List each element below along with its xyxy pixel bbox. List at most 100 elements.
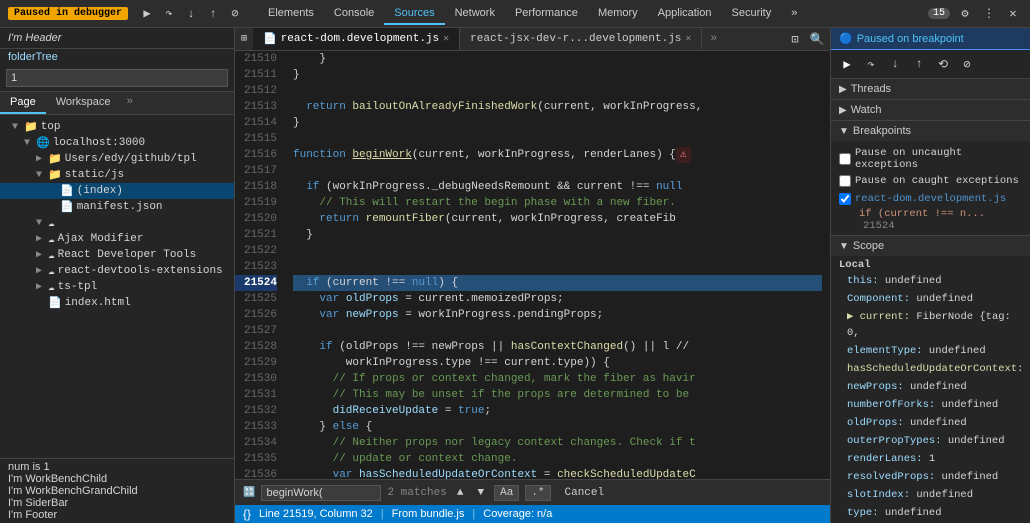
code-tab-more[interactable]: » bbox=[702, 29, 725, 49]
code-tab-react-jsx[interactable]: react-jsx-dev-r...development.js ✕ bbox=[460, 29, 702, 49]
scope-local-group: Local bbox=[831, 258, 1030, 272]
tree-item-react-devtools[interactable]: ▶ ☁ React Developer Tools bbox=[0, 247, 234, 263]
scope-label: Scope bbox=[853, 240, 884, 252]
tab-elements[interactable]: Elements bbox=[258, 3, 324, 25]
resume-btn[interactable]: ▶ bbox=[138, 5, 156, 23]
left-tab-more[interactable]: » bbox=[121, 92, 140, 114]
search-bar: 🔡 2 matches ▲ ▼ Aa .* Cancel bbox=[235, 479, 830, 505]
scope-hasscheduled: hasScheduledUpdateOrContext: bbox=[831, 360, 1030, 378]
num-label: num is 1 bbox=[8, 461, 226, 473]
tree-item-react-ext[interactable]: ▶ ☁ react-devtools-extensions bbox=[0, 263, 234, 279]
format-icon[interactable]: ⊡ bbox=[786, 30, 804, 48]
code-editor[interactable]: 21510 21511 21512 21513 21514 21515 2151… bbox=[235, 51, 830, 479]
deactivate-bp-icon[interactable]: ⊘ bbox=[957, 54, 977, 74]
brackets-icon: {} bbox=[243, 507, 251, 521]
search-cancel-btn[interactable]: Cancel bbox=[557, 486, 613, 500]
tree-item-users[interactable]: ▶ 📁 Users/edy/github/tpl bbox=[0, 151, 234, 167]
next-match-btn[interactable]: ▼ bbox=[473, 486, 488, 500]
case-sensitive-btn[interactable]: Aa bbox=[494, 485, 519, 501]
threads-arrow: ▶ bbox=[839, 84, 847, 95]
tab-decode-icon[interactable]: ⊞ bbox=[235, 30, 253, 48]
workbench-grandchild: I'm WorkBenchGrandChild bbox=[8, 485, 226, 497]
bp-file-checkbox[interactable] bbox=[839, 193, 851, 205]
debug-icon-row: ▶ ↷ ↓ ↑ ⟲ ⊘ bbox=[831, 50, 1030, 79]
step-over-btn[interactable]: ↷ bbox=[160, 5, 178, 23]
scope-current[interactable]: ▶ current: FiberNode {tag: 0, bbox=[831, 308, 1030, 342]
scope-outerproptypes: outerPropTypes: undefined bbox=[831, 432, 1030, 450]
bp-arrow: ▼ bbox=[839, 126, 849, 137]
step-into-icon[interactable]: ↓ bbox=[885, 54, 905, 74]
tab-performance[interactable]: Performance bbox=[505, 3, 588, 25]
paused-banner: 🔵 Paused on breakpoint bbox=[831, 28, 1030, 50]
tree-item-ts-tpl[interactable]: ▶ ☁ ts-tpl bbox=[0, 279, 234, 295]
code-content[interactable]: } } return bailoutOnAlreadyFinishedWork(… bbox=[285, 51, 830, 479]
bp-caught[interactable]: Pause on caught exceptions bbox=[839, 173, 1022, 189]
resume-script-icon[interactable]: ▶ bbox=[837, 54, 857, 74]
sidebar-label: I'm SiderBar bbox=[8, 497, 226, 509]
tab-memory[interactable]: Memory bbox=[588, 3, 648, 25]
tree-item-manifest[interactable]: 📄 manifest.json bbox=[0, 199, 234, 215]
bp-uncaught-checkbox[interactable] bbox=[839, 153, 851, 165]
tab-application[interactable]: Application bbox=[648, 3, 722, 25]
search-input[interactable] bbox=[261, 485, 381, 501]
tree-item-index[interactable]: 📄 (index) bbox=[0, 183, 234, 199]
search-input[interactable] bbox=[6, 69, 228, 87]
workspace-tab[interactable]: Workspace bbox=[46, 92, 121, 114]
tree-item-ajax[interactable]: ▶ ☁ Ajax Modifier bbox=[0, 231, 234, 247]
watch-header[interactable]: ▶ Watch bbox=[831, 100, 1030, 120]
main-tabs: Elements Console Sources Network Perform… bbox=[258, 3, 807, 25]
bp-file-item[interactable]: react-dom.development.js bbox=[831, 191, 1030, 207]
bp-label: Breakpoints bbox=[853, 125, 911, 137]
scope-slotindex: slotIndex: undefined bbox=[831, 486, 1030, 504]
bp-uncaught[interactable]: Pause on uncaught exceptions bbox=[839, 145, 1022, 173]
tree-item-indexhtml[interactable]: 📄 index.html bbox=[0, 295, 234, 311]
prev-match-btn[interactable]: ▲ bbox=[453, 486, 468, 500]
left-panel: I'm Header folderTree Page Workspace » ▼… bbox=[0, 28, 235, 523]
watch-label: Watch bbox=[851, 104, 882, 116]
tab-network[interactable]: Network bbox=[445, 3, 505, 25]
search-code-icon[interactable]: 🔍 bbox=[808, 30, 826, 48]
code-panel: ⊞ 📄 react-dom.development.js ✕ react-jsx… bbox=[235, 28, 830, 523]
deactivate-btn[interactable]: ⊘ bbox=[226, 5, 244, 23]
step-into-btn[interactable]: ↓ bbox=[182, 5, 200, 23]
bp-caught-label: Pause on caught exceptions bbox=[855, 175, 1019, 187]
right-panel: 🔵 Paused on breakpoint ▶ ↷ ↓ ↑ ⟲ ⊘ ▶ Thr… bbox=[830, 28, 1030, 523]
scope-oldprops: oldProps: undefined bbox=[831, 414, 1030, 432]
search-label: 🔡 bbox=[243, 487, 255, 499]
source-info: From bundle.js bbox=[392, 508, 465, 520]
code-tabs: ⊞ 📄 react-dom.development.js ✕ react-jsx… bbox=[235, 28, 830, 51]
coverage-info: Coverage: n/a bbox=[483, 508, 552, 520]
step-out-icon[interactable]: ↑ bbox=[909, 54, 929, 74]
breakpoints-header[interactable]: ▼ Breakpoints bbox=[831, 121, 1030, 141]
regex-btn[interactable]: .* bbox=[525, 485, 550, 501]
tree-item-top[interactable]: ▼ 📁 top bbox=[0, 119, 234, 135]
dock-icon[interactable]: ⋮ bbox=[980, 5, 998, 23]
scope-type: type: undefined bbox=[831, 504, 1030, 522]
bp-condition-text: if (current !== n... bbox=[859, 208, 985, 220]
tab-more[interactable]: » bbox=[781, 3, 807, 25]
tree-item-staticjs[interactable]: ▼ 📁 static/js bbox=[0, 167, 234, 183]
page-tab[interactable]: Page bbox=[0, 92, 46, 114]
tab-console[interactable]: Console bbox=[324, 3, 384, 25]
scope-content: Local this: undefined Component: undefin… bbox=[831, 256, 1030, 523]
left-panel-tabs: Page Workspace » bbox=[0, 92, 234, 115]
code-tab-actions: ⊡ 🔍 bbox=[782, 30, 830, 48]
step-out-btn[interactable]: ↑ bbox=[204, 5, 222, 23]
tab-sources[interactable]: Sources bbox=[384, 3, 444, 25]
debug-controls: ▶ ↷ ↓ ↑ ⊘ bbox=[138, 5, 244, 23]
top-bar-right: 15 ⚙ ⋮ ✕ bbox=[928, 5, 1022, 23]
step-over-icon[interactable]: ↷ bbox=[861, 54, 881, 74]
scope-header[interactable]: ▼ Scope bbox=[831, 236, 1030, 256]
tree-item-cloud[interactable]: ▼ ☁ bbox=[0, 215, 234, 231]
paused-dot: 🔵 bbox=[839, 32, 853, 45]
bp-caught-checkbox[interactable] bbox=[839, 175, 851, 187]
code-tab-react-dom[interactable]: 📄 react-dom.development.js ✕ bbox=[253, 28, 460, 50]
tab-security[interactable]: Security bbox=[722, 3, 782, 25]
settings-icon[interactable]: ⚙ bbox=[956, 5, 974, 23]
tree-item-localhost[interactable]: ▼ 🌐 localhost:3000 bbox=[0, 135, 234, 151]
bp-content: Pause on uncaught exceptions Pause on ca… bbox=[831, 141, 1030, 235]
workbench-child: I'm WorkBenchChild bbox=[8, 473, 226, 485]
step-back-icon[interactable]: ⟲ bbox=[933, 54, 953, 74]
threads-header[interactable]: ▶ Threads bbox=[831, 79, 1030, 99]
close-icon[interactable]: ✕ bbox=[1004, 5, 1022, 23]
